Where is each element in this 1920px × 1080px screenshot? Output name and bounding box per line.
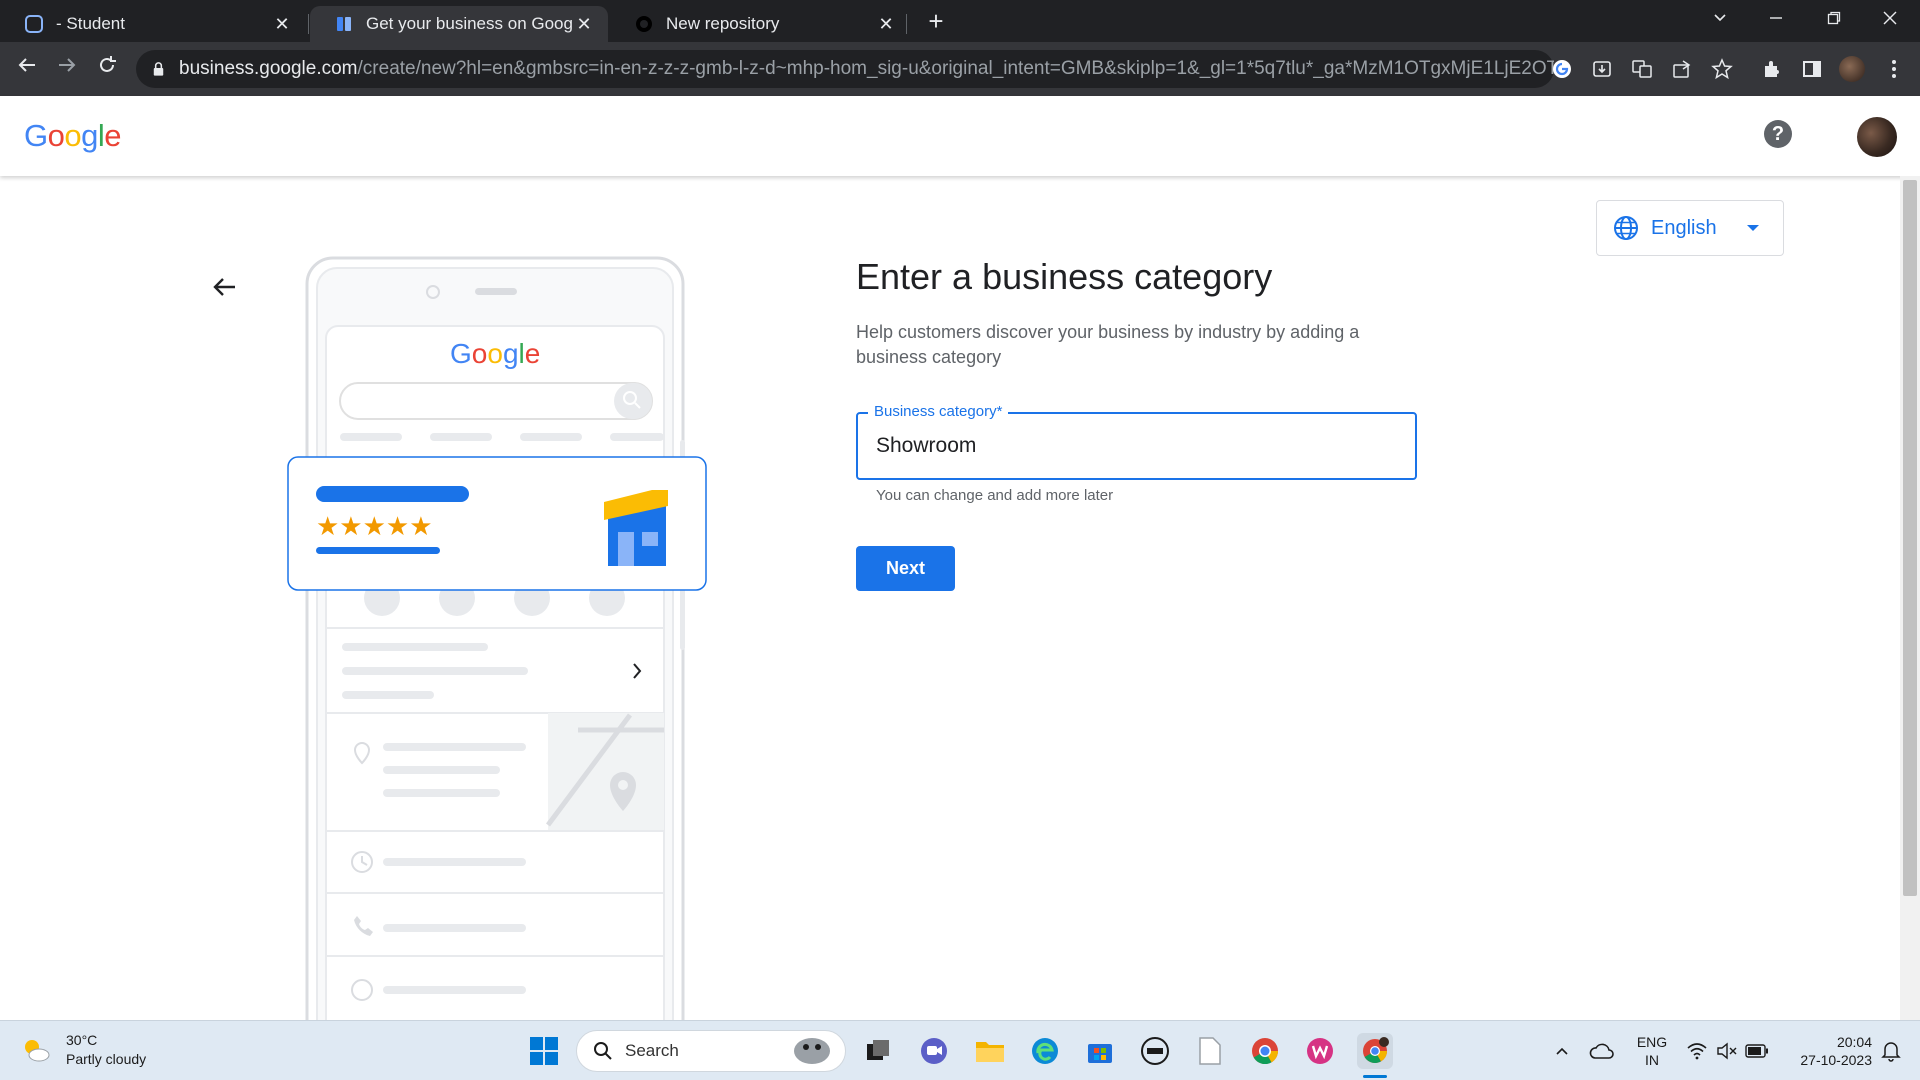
google-logo: Google [24,118,122,153]
onedrive-cloud-icon[interactable] [1586,1033,1618,1069]
partly-cloudy-icon [25,1040,50,1062]
active-app-indicator [1363,1075,1387,1078]
profile-avatar[interactable] [1839,56,1865,82]
google-business-favicon-icon [334,14,354,34]
weather-widget[interactable]: 30°C Partly cloudy [20,1031,146,1069]
chrome-profile-icon[interactable] [1357,1033,1393,1069]
google-lens-icon[interactable] [1549,56,1575,82]
five-star-rating: ★★★★★ [316,512,433,542]
wps-office-icon[interactable] [1302,1033,1338,1069]
share-icon[interactable] [1669,56,1695,82]
restore-icon[interactable] [1814,4,1854,36]
account-avatar[interactable] [1857,117,1897,157]
edge-icon[interactable] [1027,1033,1063,1069]
clock-date: 27-10-2023 [1800,1052,1872,1068]
taskbar-search[interactable]: Search [576,1030,846,1072]
close-window-icon[interactable] [1870,4,1910,36]
task-view-icon[interactable] [860,1033,896,1069]
back-nav-icon[interactable] [12,54,42,84]
language-selector[interactable]: English [1596,200,1784,256]
extensions-puzzle-icon[interactable] [1759,56,1785,82]
url-text: business.google.com/create/new?hl=en&gmb… [179,58,1554,79]
clock-time: 20:04 [1836,1034,1872,1050]
weather-description: Partly cloudy [66,1051,147,1067]
teams-chat-icon[interactable] [916,1033,952,1069]
page-header: Google ? [0,96,1920,176]
minimize-icon[interactable] [1756,4,1796,36]
help-icon[interactable]: ? [1764,120,1792,148]
blank-document-icon[interactable] [1192,1033,1228,1069]
chrome-menu-icon[interactable] [1881,56,1907,82]
business-category-field[interactable]: Business category* [856,403,1417,480]
dell-icon[interactable] [1137,1033,1173,1069]
side-panel-icon[interactable] [1799,56,1825,82]
next-button[interactable]: Next [856,546,955,591]
volume-muted-icon[interactable] [1712,1033,1742,1069]
language-label: English [1651,216,1717,239]
page-title: Enter a business category [856,256,1273,297]
page-scrollbar-thumb[interactable] [1903,180,1917,896]
business-profile-illustration: Google ★★★★★ [287,256,707,1020]
github-favicon-icon [634,14,654,34]
tab-student[interactable]: - Student ✕ [0,6,306,42]
weather-temperature: 30°C [66,1032,98,1048]
business-category-label: Business category* [868,403,1009,420]
business-category-hint: You can change and add more later [876,487,1114,504]
file-explorer-icon[interactable] [972,1033,1008,1069]
business-category-input[interactable] [876,434,1376,458]
clock[interactable]: 20:04 27-10-2023 [1782,1033,1872,1069]
student-tab-favicon-icon [24,14,44,34]
reload-icon[interactable] [92,54,122,84]
tab-google-business[interactable]: Get your business on Google ✕ [310,6,608,42]
forward-nav-icon[interactable] [52,54,82,84]
search-label: Search [625,1041,679,1060]
new-tab-plus-icon[interactable]: + [922,8,950,36]
tab-title: - Student [56,14,125,33]
bookmark-star-icon[interactable] [1709,56,1735,82]
region-code: IN [1645,1052,1659,1068]
wifi-icon[interactable] [1682,1033,1712,1069]
tab-divider [308,14,309,34]
chrome-icon[interactable] [1247,1033,1283,1069]
back-arrow-icon[interactable] [210,272,240,302]
tab-title: New repository [666,14,780,33]
page-description: Help customers discover your business by… [856,322,1360,367]
storefront-icon [604,490,668,566]
search-highlight-icon [794,1038,830,1064]
translate-icon[interactable] [1629,56,1655,82]
windows-start-icon[interactable] [526,1033,562,1069]
battery-icon[interactable] [1742,1033,1772,1069]
notification-bell-icon[interactable] [1876,1033,1906,1069]
globe-icon [1614,216,1638,240]
browser-tab-bar: - Student ✕ Get your business on Google … [0,0,1920,42]
lock-icon [153,62,164,76]
dropdown-caret-icon [1747,225,1759,231]
browser-toolbar: business.google.com/create/new?hl=en&gmb… [0,42,1920,96]
tab-close-icon[interactable]: ✕ [272,14,292,35]
tab-new-repository[interactable]: New repository ✕ [610,6,910,42]
microsoft-store-icon[interactable] [1082,1033,1118,1069]
illustration-google-wordmark: Google [450,338,540,369]
windows-taskbar: 30°C Partly cloudy Search ENG IN 20:04 2… [0,1020,1920,1080]
tab-search-chevron-icon[interactable] [1700,4,1740,36]
tab-close-icon[interactable]: ✕ [574,14,594,35]
install-app-icon[interactable] [1589,56,1615,82]
tab-title: Get your business on Google [366,14,574,33]
tab-close-icon[interactable]: ✕ [876,14,896,35]
input-language-indicator[interactable]: ENG IN [1630,1033,1674,1069]
address-bar[interactable]: business.google.com/create/new?hl=en&gmb… [136,50,1554,88]
language-code: ENG [1636,1034,1668,1050]
tab-divider [906,14,907,34]
search-icon [594,1042,612,1060]
show-hidden-icons-chevron-icon[interactable] [1548,1033,1576,1069]
